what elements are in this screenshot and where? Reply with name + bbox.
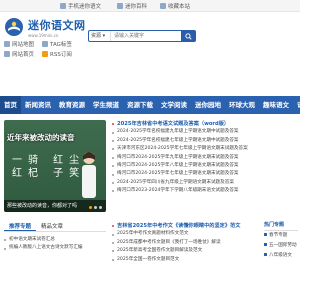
square-bullet-icon bbox=[264, 253, 267, 256]
topbar-link-favorite[interactable]: 收藏本站 bbox=[160, 2, 190, 10]
sitemap-link[interactable]: 网站地图 bbox=[4, 40, 34, 48]
square-bullet-icon bbox=[264, 243, 267, 246]
phone-icon bbox=[60, 3, 66, 9]
search-category-select[interactable]: 资源 ▾ bbox=[89, 31, 111, 41]
carousel-dot[interactable] bbox=[99, 206, 102, 209]
sidebar-heading: 热门专题 bbox=[264, 220, 298, 231]
list-item[interactable]: 天津市河东区2024-2025学年七年级上学期语文期末试题及答案 bbox=[112, 145, 298, 153]
square-bullet-icon bbox=[264, 233, 267, 236]
header-links-row-2: 网站首页 RSS订阅 bbox=[4, 50, 84, 58]
nav-fun-chinese[interactable]: 趣味语文 bbox=[259, 96, 293, 114]
bullet-icon bbox=[112, 233, 114, 236]
bullet-icon bbox=[112, 131, 114, 134]
sidebar-item[interactable]: 八年级语文 bbox=[264, 251, 298, 261]
banner-title: 近年来被改动的读音 bbox=[7, 133, 75, 142]
carousel-dot[interactable] bbox=[89, 206, 92, 209]
nav-world[interactable]: 环球大观 bbox=[225, 96, 259, 114]
sitemap-icon bbox=[4, 41, 10, 47]
hot-topics-sidebar: 热门专题 春节专题 五一国际劳动 八年级语文 bbox=[264, 220, 298, 261]
list-item[interactable]: 2025年新高考全国卷作文题目解读及范文 bbox=[112, 247, 260, 255]
bullet-icon bbox=[4, 239, 6, 242]
bullet-icon bbox=[112, 173, 114, 176]
rss-link[interactable]: RSS订阅 bbox=[42, 50, 72, 58]
bullet-icon bbox=[112, 242, 114, 245]
book-icon bbox=[117, 3, 123, 9]
nav-chinese-knowledge[interactable]: 语文知 bbox=[293, 96, 320, 114]
topbar-link-home[interactable]: 迷你百科 bbox=[117, 2, 147, 10]
nav-news[interactable]: 新闻资讯 bbox=[21, 96, 55, 114]
banner-characters: 一骑 红尘 红杞 子笑 bbox=[12, 155, 86, 179]
site-logo[interactable]: 迷你语文网 www.19mini.cn bbox=[4, 15, 86, 39]
header-links-row-1: 网站地图 TAG标签 bbox=[4, 40, 84, 48]
nav-students[interactable]: 学生频道 bbox=[89, 96, 123, 114]
news-headline[interactable]: 吉林省2025年中考作文《读懂你眼睛中的坚定》范文 bbox=[112, 222, 260, 230]
tab-recommended-topics[interactable]: 推荐专题 bbox=[4, 222, 37, 231]
list-item[interactable]: 梅河口市2024-2025学年九年级上学期语文期末试题及答案 bbox=[112, 154, 298, 162]
nav-literature[interactable]: 文学阅读 bbox=[157, 96, 191, 114]
news-headline[interactable]: 2025年吉林省中考语文试题及答案（word版） bbox=[112, 120, 298, 128]
logo-url: www.19mini.cn bbox=[28, 32, 59, 38]
logo-title: 迷你语文网 bbox=[28, 18, 86, 32]
list-item[interactable]: 2024-2025学年名校福建七年级上学期语文期中试题及答案 bbox=[112, 137, 298, 145]
bullet-icon bbox=[112, 225, 114, 228]
nav-downloads[interactable]: 资源下载 bbox=[123, 96, 157, 114]
bullet-icon bbox=[4, 247, 6, 250]
nav-mini-garden[interactable]: 迷你园地 bbox=[191, 96, 225, 114]
star-icon bbox=[160, 3, 166, 9]
home-link[interactable]: 网站首页 bbox=[4, 50, 34, 58]
recommend-tabs: 推荐专题 精品文章 bbox=[4, 222, 106, 232]
search-box: 资源 ▾ bbox=[88, 30, 196, 42]
bullet-icon bbox=[112, 190, 114, 193]
search-input[interactable] bbox=[111, 31, 181, 41]
tag-icon bbox=[42, 41, 49, 47]
bullet-icon bbox=[112, 165, 114, 168]
carousel-dots bbox=[89, 206, 102, 209]
bullet-icon bbox=[112, 140, 114, 143]
sidebar-item[interactable]: 春节专题 bbox=[264, 231, 298, 241]
teacher-illustration bbox=[82, 152, 96, 198]
topbar-link-mobile[interactable]: 手机迷你语文 bbox=[60, 2, 101, 10]
sidebar-item[interactable]: 五一国际劳动 bbox=[264, 241, 298, 251]
header: 迷你语文网 www.19mini.cn 网站地图 TAG标签 网站首页 RSS订… bbox=[0, 12, 300, 60]
main-nav: 首页 新闻资讯 教育资源 学生频道 资源下载 文学阅读 迷你园地 环球大观 趣味… bbox=[0, 96, 317, 114]
list-item[interactable]: 梅河口市2024-2025学年七年级上学期语文期末试题及答案 bbox=[112, 170, 298, 178]
top-bar: 手机迷你语文 迷你百科 收藏本站 bbox=[0, 0, 300, 12]
bullet-icon bbox=[112, 156, 114, 159]
list-item[interactable]: 2025年中考作文真题材料作文范文 bbox=[112, 230, 260, 238]
search-icon bbox=[184, 32, 192, 40]
tag-link[interactable]: TAG标签 bbox=[42, 40, 72, 48]
news-list-bottom: 吉林省2025年中考作文《读懂你眼睛中的坚定》范文 2025年中考作文真题材料作… bbox=[112, 222, 260, 264]
rss-icon bbox=[42, 51, 49, 57]
book-logo-icon bbox=[4, 17, 24, 37]
list-item[interactable]: 梅河口市2024-2025学年八年级上学期语文期末试题及答案 bbox=[112, 162, 298, 170]
list-item[interactable]: 统编人教版八上语文古诗文默写汇编 bbox=[4, 244, 106, 252]
list-item[interactable]: 梅河口市2023-2024学年下学期八年级期末语文试题及答案 bbox=[112, 187, 298, 195]
list-item[interactable]: 2025年全国一卷作文题目范文 bbox=[112, 256, 260, 264]
list-item[interactable]: 2024-2025学年四川省九年级上学期语文期末试题及答案 bbox=[112, 179, 298, 187]
tab-featured-articles[interactable]: 精品文章 bbox=[36, 222, 68, 231]
featured-banner[interactable]: 近年来被改动的读音 一骑 红尘 红杞 子笑 那些被改动的读音，你都对了吗 bbox=[4, 120, 106, 212]
bullet-icon bbox=[112, 148, 114, 151]
news-list-top: 2025年吉林省中考语文试题及答案（word版） 2024-2025学年名校福建… bbox=[112, 120, 298, 196]
bullet-icon bbox=[112, 250, 114, 253]
list-item[interactable]: 2024-2025学年名校福建九年级上学期语文期中试题及答案 bbox=[112, 128, 298, 136]
search-button[interactable] bbox=[181, 31, 195, 41]
recommend-list: 初中语文期末试卷汇总 统编人教版八上语文古诗文默写汇编 bbox=[4, 236, 106, 253]
bullet-icon bbox=[112, 258, 114, 261]
bullet-icon bbox=[112, 123, 114, 126]
bullet-icon bbox=[112, 182, 114, 185]
list-item[interactable]: 2025年成都中考作文题目《我打了一场胜仗》解读 bbox=[112, 239, 260, 247]
home-icon bbox=[4, 51, 10, 57]
nav-education[interactable]: 教育资源 bbox=[55, 96, 89, 114]
carousel-dot[interactable] bbox=[94, 206, 97, 209]
nav-home[interactable]: 首页 bbox=[0, 96, 21, 114]
list-item[interactable]: 初中语文期末试卷汇总 bbox=[4, 236, 106, 244]
